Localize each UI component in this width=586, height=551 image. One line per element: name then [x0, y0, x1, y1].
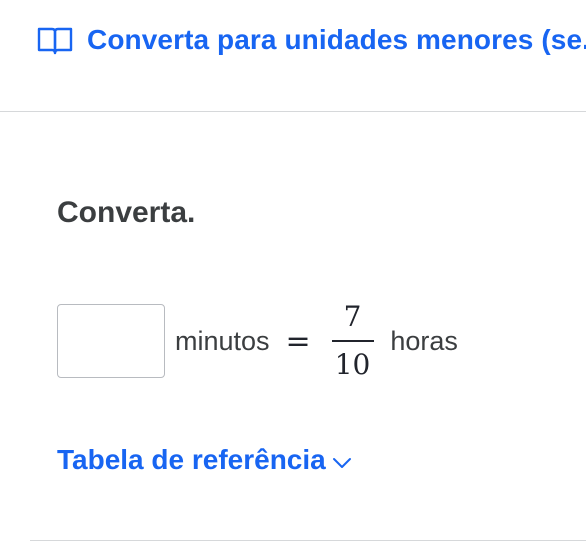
book-icon	[37, 27, 73, 55]
conversion-equation: minutos = 7 10 horas	[57, 296, 458, 386]
fraction-bar	[331, 340, 374, 342]
right-unit-label: horas	[390, 325, 458, 356]
exercise-header: Converta para unidades menores (se...	[0, 0, 586, 112]
reference-table-label: Tabela de referência	[57, 444, 326, 475]
left-unit-label: minutos	[175, 325, 270, 356]
answer-input[interactable]	[57, 304, 165, 378]
exercise-title: Converta para unidades menores (se...	[87, 24, 586, 55]
fraction: 7 10	[331, 300, 375, 382]
equals-sign: =	[285, 323, 311, 359]
bottom-divider	[30, 540, 586, 541]
fraction-numerator: 7	[343, 300, 362, 333]
reference-table-toggle[interactable]: Tabela de referência	[57, 444, 352, 476]
chevron-down-icon	[332, 458, 351, 468]
question-prompt: Converta.	[57, 196, 196, 229]
exercise-title-row[interactable]: Converta para unidades menores (se...	[37, 22, 586, 58]
fraction-denominator: 10	[334, 348, 371, 381]
